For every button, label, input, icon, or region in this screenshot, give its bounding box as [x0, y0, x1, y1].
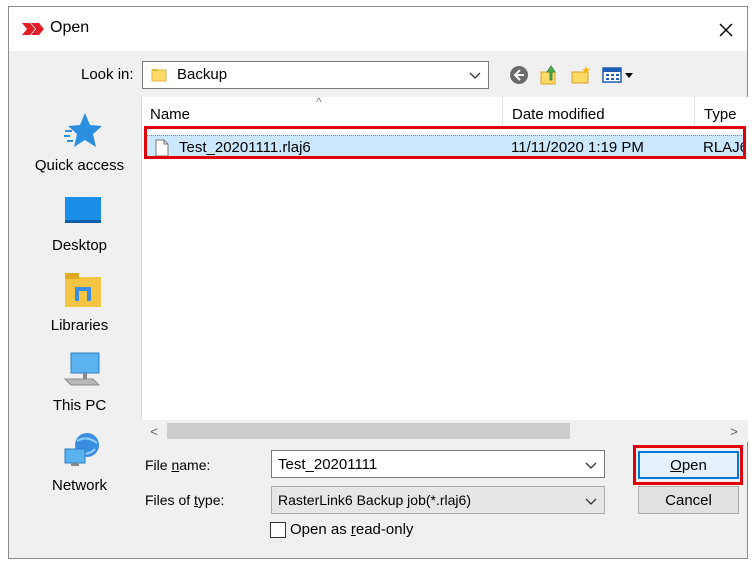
libraries-icon	[65, 273, 101, 307]
app-logo-icon	[22, 23, 44, 35]
file-row[interactable]: Test_20201111.rlaj6 11/11/2020 1:19 PM R…	[146, 135, 746, 159]
column-header-type[interactable]: Type	[696, 97, 748, 127]
place-label: Network	[51, 477, 107, 494]
new-folder-button[interactable]	[569, 63, 593, 87]
read-only-label[interactable]: Open as read-only	[290, 521, 413, 538]
place-libraries[interactable]: Libraries	[18, 265, 141, 343]
column-header-date[interactable]: Date modified	[504, 97, 695, 127]
place-this-pc[interactable]: This PC	[18, 345, 141, 423]
close-button[interactable]	[709, 15, 743, 45]
place-quick-access[interactable]: Quick access	[18, 105, 141, 183]
column-header-name[interactable]: ^ Name	[142, 97, 503, 127]
place-network[interactable]: Network	[18, 425, 141, 503]
look-in-label: Look in:	[81, 66, 134, 83]
file-list[interactable]: ^ Name Date modified Type Test_20201111.…	[141, 97, 748, 436]
place-label: Quick access	[34, 157, 125, 174]
up-folder-icon	[540, 65, 556, 85]
file-type-select[interactable]: RasterLink6 Backup job(*.rlaj6)	[271, 486, 605, 514]
computer-icon	[63, 352, 101, 386]
file-name-input[interactable]: Test_20201111	[271, 450, 605, 478]
place-label: Desktop	[51, 237, 108, 254]
file-type-label: Files of type:	[145, 492, 225, 508]
network-icon	[64, 433, 99, 466]
scroll-left-icon[interactable]: <	[145, 422, 163, 440]
star-icon	[64, 113, 102, 147]
scroll-right-icon[interactable]: >	[725, 422, 743, 440]
file-type-cell: RLAJ6	[703, 139, 743, 156]
folder-icon	[151, 69, 167, 82]
cancel-button[interactable]: Cancel	[638, 486, 739, 514]
file-name-cell: Test_20201111.rlaj6	[179, 139, 311, 156]
desktop-icon	[65, 197, 101, 223]
view-menu-button[interactable]	[601, 63, 637, 87]
back-button[interactable]	[507, 63, 531, 87]
chevron-down-icon	[585, 498, 597, 505]
look-in-combo[interactable]: Backup	[142, 61, 489, 89]
horizontal-scrollbar[interactable]: < >	[141, 420, 748, 442]
scrollbar-thumb[interactable]	[167, 423, 570, 439]
read-only-checkbox[interactable]	[270, 522, 286, 538]
place-desktop[interactable]: Desktop	[18, 185, 141, 263]
window-title: Open	[50, 19, 90, 36]
new-folder-icon	[571, 66, 590, 84]
look-in-value: Backup	[177, 66, 228, 83]
file-icon	[155, 139, 169, 157]
places-bar: Quick access Desktop Libraries This PC N…	[18, 99, 141, 537]
sort-ascending-icon: ^	[316, 97, 322, 109]
open-dialog: Open Look in: Backup Quick access Deskto…	[8, 6, 748, 559]
view-menu-icon	[602, 67, 633, 83]
back-icon	[510, 66, 528, 84]
chevron-down-icon[interactable]	[584, 458, 598, 472]
up-folder-button[interactable]	[537, 63, 561, 87]
chevron-down-icon	[469, 72, 481, 79]
open-button[interactable]: Open	[638, 451, 739, 479]
file-name-label: File name:	[145, 457, 211, 473]
place-label: This PC	[52, 397, 107, 414]
file-date-cell: 11/11/2020 1:19 PM	[511, 139, 644, 156]
place-label: Libraries	[50, 317, 109, 334]
close-icon	[719, 23, 733, 37]
title-bar: Open	[9, 7, 747, 51]
